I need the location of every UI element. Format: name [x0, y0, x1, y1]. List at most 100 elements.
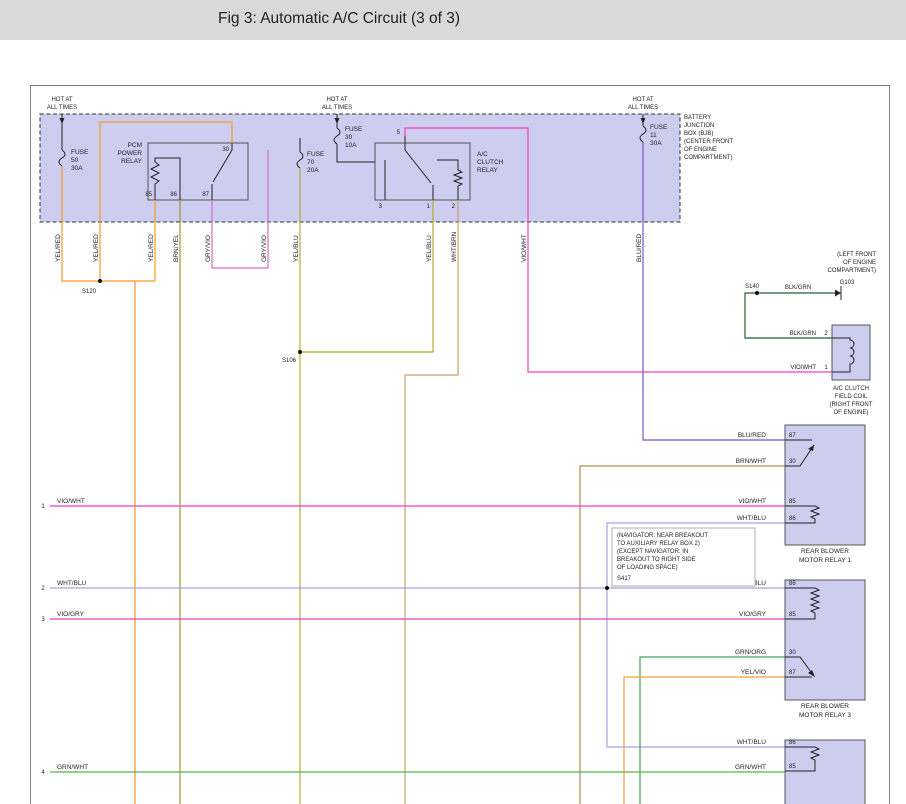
wire-color-label: VIO/WHT — [521, 234, 528, 262]
ground-location: OF ENGINE — [843, 260, 876, 266]
wire-number: 4 — [41, 770, 45, 776]
pin-number: 85 — [789, 764, 796, 770]
splice-dot-s140 — [755, 291, 759, 295]
wire-color-label: WHT/BLU — [737, 515, 767, 522]
bjb-label-line: BOX (BJB) — [684, 131, 713, 137]
hot-label: ALL TIMES — [322, 105, 352, 111]
splice-label: S106 — [282, 358, 297, 364]
pin-number: 86 — [789, 581, 796, 587]
hot-label: HOT AT — [326, 97, 347, 103]
fuse-label: FUSE — [345, 126, 363, 133]
pin-number: 30 — [789, 459, 796, 465]
note-line: S417 — [617, 576, 632, 582]
pcm-relay-name: POWER — [117, 150, 142, 157]
wire-color-label: GRN/WHT — [57, 764, 88, 771]
relay3-name: MOTOR RELAY 3 — [799, 712, 851, 719]
relay-wire-labels: BLU/RED BRN/WHT VIO/WHT WHT/BLU WHT/BLU … — [735, 432, 767, 771]
wire-number: 2 — [41, 586, 45, 592]
fuse-label: FUSE — [307, 151, 325, 158]
wire-color-label: WHT/BRN — [451, 231, 458, 262]
wire-color-label: YEL/RED — [93, 234, 100, 262]
fuse-label: 50 — [71, 157, 79, 164]
field-coil-name: A/C CLUTCH — [833, 386, 869, 392]
fuse-label: 70 — [307, 159, 315, 166]
splice-label: S140 — [745, 284, 760, 290]
navigator-note: (NAVIGATOR: NEAR BREAKOUT TO AUXILIARY R… — [612, 528, 755, 586]
field-coil-name: OF ENGINE) — [833, 410, 868, 416]
pcm-relay-name: PCM — [128, 142, 142, 149]
bjb-label-line: BATTERY — [684, 115, 711, 121]
rear-blower-motor-relay-1: 87 30 85 86 REAR BLOWER MOTOR RELAY 1 — [785, 425, 865, 564]
wire-color-label: BLU/RED — [636, 234, 643, 262]
field-coil-name: (RIGHT FRONT — [830, 402, 873, 408]
wire-color-label: BRN/WHT — [736, 458, 766, 465]
wire-color-label: YEL/VIO — [741, 669, 766, 676]
bjb-callout: BATTERY JUNCTION BOX (BJB) (CENTER FRONT… — [684, 115, 733, 161]
wire-color-label: GRY/VIO — [261, 235, 268, 262]
relay1-name: REAR BLOWER — [801, 548, 849, 555]
wire-color-label: VIO/WHT — [790, 365, 816, 371]
hot-at-all-times-label: HOT AT ALL TIMES — [628, 97, 658, 111]
pin-number: 30 — [789, 650, 796, 656]
note-line: (EXCEPT NAVIGATOR: IN — [617, 549, 688, 555]
bjb-label-line: JUNCTION — [684, 123, 714, 129]
wire-color-label: YEL/BLU — [426, 235, 433, 262]
fuse-label: FUSE — [650, 124, 668, 131]
fuse-label: 30 — [345, 134, 353, 141]
fuse-label: FUSE — [71, 149, 89, 156]
splice-dot-s106 — [298, 350, 302, 354]
hot-at-all-times-label: HOT AT ALL TIMES — [47, 97, 77, 111]
wire-color-label: BLK/GRN — [785, 285, 811, 291]
pin-number: 87 — [789, 433, 796, 439]
ac-relay-name: RELAY — [477, 167, 498, 174]
pcm-relay-name: RELAY — [121, 158, 142, 165]
wire-wht-brn — [405, 200, 458, 804]
wire-color-label: BLK/GRN — [790, 331, 816, 337]
pin-number: 86 — [170, 192, 177, 198]
ground-location: COMPARTMENT) — [828, 268, 876, 274]
ac-clutch-field-coil: BLK/GRN 2 VIO/WHT 1 A/C CLUTCH FIELD COI… — [790, 325, 873, 416]
splice-label: S120 — [82, 289, 97, 295]
hot-at-all-times-label: HOT AT ALL TIMES — [322, 97, 352, 111]
fuse-label: 30A — [71, 165, 83, 172]
pcm-relay-box — [148, 143, 248, 200]
fuse-label: 11 — [650, 132, 657, 139]
wire-color-label: VIO/WHT — [738, 498, 766, 505]
pin-number: 1 — [824, 365, 828, 371]
relay-bottom-box — [785, 740, 865, 804]
ac-relay-name: A/C — [477, 151, 488, 158]
hot-label: ALL TIMES — [628, 105, 658, 111]
wire-color-label: GRN/ORG — [735, 649, 766, 656]
hot-label: ALL TIMES — [47, 105, 77, 111]
wire-color-label: VIO/GRY — [57, 611, 85, 618]
wire-color-label: BLU/RED — [738, 432, 766, 439]
bjb-label-line: (CENTER FRONT — [684, 139, 733, 145]
ground-location: (LEFT FRONT — [837, 252, 876, 258]
hot-label: HOT AT — [632, 97, 653, 103]
pin-number: 30 — [222, 147, 229, 153]
pin-number: 86 — [789, 516, 796, 522]
rear-blower-motor-relay-3: 86 85 30 87 REAR BLOWER MOTOR RELAY 3 — [785, 580, 865, 719]
pin-number: 87 — [789, 670, 796, 676]
note-line: BREAKOUT TO RIGHT SIDE — [617, 557, 696, 563]
fuse-label: 30A — [650, 140, 662, 147]
pin-number: 2 — [824, 331, 828, 337]
wire-color-label: WHT/BLU — [57, 580, 87, 587]
splice-dot-s417 — [605, 586, 609, 590]
pin-number: 85 — [789, 499, 796, 505]
wire-color-label: WHT/BLU — [737, 739, 767, 746]
wire-color-label: GRN/WHT — [735, 764, 766, 771]
bjb-label-line: OF ENGINE — [684, 147, 717, 153]
splice-dot-s120 — [98, 279, 102, 283]
relay3-name: REAR BLOWER — [801, 703, 849, 710]
left-connector-wires: 1 VIO/WHT 2 WHT/BLU 3 VIO/GRY 4 GRN/WHT — [41, 498, 88, 776]
wire-color-label: YEL/BLU — [293, 235, 300, 262]
note-line: (NAVIGATOR: NEAR BREAKOUT — [617, 533, 708, 539]
bjb-label-line: COMPARTMENT) — [684, 155, 732, 161]
ac-relay-name: CLUTCH — [477, 159, 504, 166]
pin-number: 85 — [145, 192, 152, 198]
relay1-name: MOTOR RELAY 1 — [799, 557, 851, 564]
wire-color-label: VIO/WHT — [57, 498, 85, 505]
wire-color-label: VIO/GRY — [739, 611, 767, 618]
field-coil-name: FIELD COIL — [835, 394, 868, 400]
